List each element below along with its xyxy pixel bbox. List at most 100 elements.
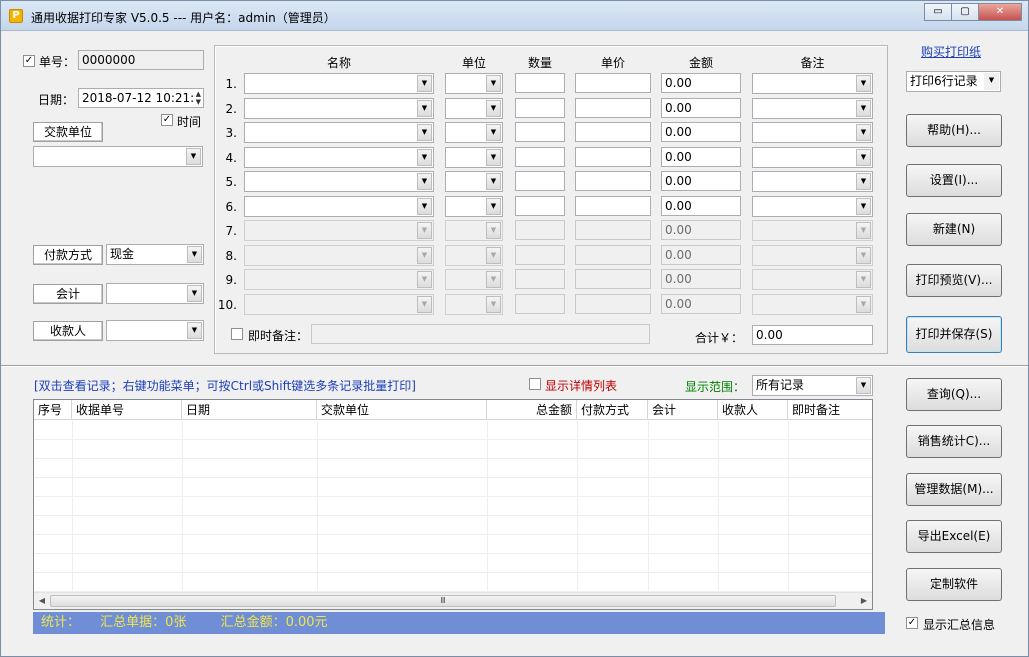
print-rows-select[interactable]: 打印6行记录 ▼ bbox=[906, 71, 1001, 92]
item-price-input[interactable] bbox=[575, 294, 651, 314]
chevron-down-icon[interactable]: ▼ bbox=[187, 246, 202, 263]
new-button[interactable]: 新建(N) bbox=[906, 213, 1002, 246]
payer-button[interactable]: 交款单位 bbox=[33, 122, 103, 142]
item-remark-select[interactable]: ▼ bbox=[752, 147, 873, 168]
chevron-down-icon[interactable]: ▼ bbox=[486, 271, 501, 288]
item-price-input[interactable] bbox=[575, 122, 651, 142]
table-row[interactable] bbox=[34, 497, 872, 516]
table-row[interactable] bbox=[34, 478, 872, 497]
chevron-down-icon[interactable]: ▼ bbox=[187, 285, 202, 302]
item-amount-field[interactable]: 0.00 bbox=[661, 269, 741, 289]
item-unit-select[interactable]: ▼ bbox=[445, 147, 503, 168]
chevron-down-icon[interactable]: ▼ bbox=[417, 149, 432, 166]
chevron-down-icon[interactable]: ▼ bbox=[856, 124, 871, 141]
col-total[interactable]: 总金额 bbox=[487, 400, 577, 420]
horizontal-scrollbar[interactable]: ◀ Ⅲ ▶ bbox=[34, 592, 872, 609]
chevron-down-icon[interactable]: ▼ bbox=[984, 73, 999, 90]
chevron-down-icon[interactable]: ▼ bbox=[856, 222, 871, 239]
item-quantity-input[interactable] bbox=[515, 171, 565, 191]
item-price-input[interactable] bbox=[575, 147, 651, 167]
item-amount-field[interactable]: 0.00 bbox=[661, 73, 741, 93]
chevron-down-icon[interactable]: ▼ bbox=[486, 296, 501, 313]
item-amount-field[interactable]: 0.00 bbox=[661, 196, 741, 216]
chevron-down-icon[interactable]: ▼ bbox=[417, 173, 432, 190]
item-name-select[interactable]: ▼ bbox=[244, 171, 434, 192]
instant-note-checkbox[interactable] bbox=[231, 328, 243, 340]
chevron-down-icon[interactable]: ▼ bbox=[417, 198, 432, 215]
item-unit-select[interactable]: ▼ bbox=[445, 294, 503, 315]
item-quantity-input[interactable] bbox=[515, 98, 565, 118]
query-button[interactable]: 查询(Q)... bbox=[906, 378, 1002, 411]
item-price-input[interactable] bbox=[575, 98, 651, 118]
chevron-down-icon[interactable]: ▼ bbox=[856, 100, 871, 117]
scroll-right-icon[interactable]: ▶ bbox=[857, 595, 871, 607]
chevron-down-icon[interactable]: ▼ bbox=[486, 100, 501, 117]
chevron-down-icon[interactable]: ▼ bbox=[486, 247, 501, 264]
item-amount-field[interactable]: 0.00 bbox=[661, 171, 741, 191]
cashier-select[interactable]: ▼ bbox=[106, 320, 204, 341]
number-field[interactable]: 0000000 bbox=[78, 50, 204, 70]
item-unit-select[interactable]: ▼ bbox=[445, 269, 503, 290]
item-price-input[interactable] bbox=[575, 171, 651, 191]
item-amount-field[interactable]: 0.00 bbox=[661, 147, 741, 167]
number-checkbox[interactable]: ✓ bbox=[23, 55, 35, 67]
item-name-select[interactable]: ▼ bbox=[244, 245, 434, 266]
item-name-select[interactable]: ▼ bbox=[244, 147, 434, 168]
chevron-down-icon[interactable]: ▼ bbox=[417, 100, 432, 117]
col-accountant[interactable]: 会计 bbox=[648, 400, 718, 420]
print-and-save-button[interactable]: 打印并保存(S) bbox=[906, 316, 1002, 353]
chevron-down-icon[interactable]: ▼ bbox=[856, 296, 871, 313]
table-row[interactable] bbox=[34, 516, 872, 535]
item-name-select[interactable]: ▼ bbox=[244, 98, 434, 119]
close-button[interactable]: ✕ bbox=[978, 3, 1022, 21]
chevron-down-icon[interactable]: ▼ bbox=[186, 148, 201, 165]
item-remark-select[interactable]: ▼ bbox=[752, 294, 873, 315]
item-unit-select[interactable]: ▼ bbox=[445, 122, 503, 143]
item-remark-select[interactable]: ▼ bbox=[752, 196, 873, 217]
sales-stats-button[interactable]: 销售统计C)... bbox=[906, 425, 1002, 458]
chevron-down-icon[interactable]: ▼ bbox=[856, 75, 871, 92]
date-field[interactable]: 2018-07-12 10:21: ▲ ▼ bbox=[78, 88, 204, 108]
item-price-input[interactable] bbox=[575, 245, 651, 265]
item-quantity-input[interactable] bbox=[515, 122, 565, 142]
manage-data-button[interactable]: 管理数据(M)... bbox=[906, 473, 1002, 506]
chevron-down-icon[interactable]: ▼ bbox=[486, 149, 501, 166]
item-quantity-input[interactable] bbox=[515, 294, 565, 314]
col-instant-note[interactable]: 即时备注 bbox=[788, 400, 872, 420]
item-quantity-input[interactable] bbox=[515, 73, 565, 93]
chevron-down-icon[interactable]: ▼ bbox=[486, 173, 501, 190]
scroll-left-icon[interactable]: ◀ bbox=[35, 595, 49, 607]
instant-note-input[interactable] bbox=[311, 324, 650, 344]
chevron-down-icon[interactable]: ▼ bbox=[187, 322, 202, 339]
accountant-button[interactable]: 会计 bbox=[33, 284, 103, 304]
item-price-input[interactable] bbox=[575, 73, 651, 93]
item-unit-select[interactable]: ▼ bbox=[445, 220, 503, 241]
chevron-down-icon[interactable]: ▼ bbox=[856, 173, 871, 190]
chevron-down-icon[interactable]: ▼ bbox=[856, 149, 871, 166]
item-price-input[interactable] bbox=[575, 220, 651, 240]
time-checkbox[interactable]: ✓ bbox=[161, 114, 173, 126]
payer-select[interactable]: ▼ bbox=[33, 146, 203, 167]
item-unit-select[interactable]: ▼ bbox=[445, 98, 503, 119]
custom-software-button[interactable]: 定制软件 bbox=[906, 568, 1002, 601]
item-remark-select[interactable]: ▼ bbox=[752, 73, 873, 94]
maximize-button[interactable]: ▢ bbox=[951, 3, 979, 21]
item-name-select[interactable]: ▼ bbox=[244, 196, 434, 217]
buy-paper-link[interactable]: 购买打印纸 bbox=[921, 43, 981, 60]
table-row[interactable] bbox=[34, 421, 872, 440]
col-seq[interactable]: 序号 bbox=[34, 400, 72, 420]
chevron-down-icon[interactable]: ▼ bbox=[486, 124, 501, 141]
print-preview-button[interactable]: 打印预览(V)... bbox=[906, 264, 1002, 297]
item-remark-select[interactable]: ▼ bbox=[752, 220, 873, 241]
cashier-button[interactable]: 收款人 bbox=[33, 321, 103, 341]
chevron-down-icon[interactable]: ▼ bbox=[417, 124, 432, 141]
settings-button[interactable]: 设置(I)... bbox=[906, 164, 1002, 197]
accountant-select[interactable]: ▼ bbox=[106, 283, 204, 304]
col-payment-method[interactable]: 付款方式 bbox=[577, 400, 648, 420]
chevron-down-icon[interactable]: ▼ bbox=[856, 247, 871, 264]
item-price-input[interactable] bbox=[575, 269, 651, 289]
records-table[interactable]: 序号 收据单号 日期 交款单位 总金额 付款方式 会计 收款人 即时备注 ◀ Ⅲ… bbox=[33, 399, 873, 610]
item-quantity-input[interactable] bbox=[515, 245, 565, 265]
scroll-thumb[interactable]: Ⅲ bbox=[50, 595, 836, 607]
col-cashier[interactable]: 收款人 bbox=[718, 400, 788, 420]
